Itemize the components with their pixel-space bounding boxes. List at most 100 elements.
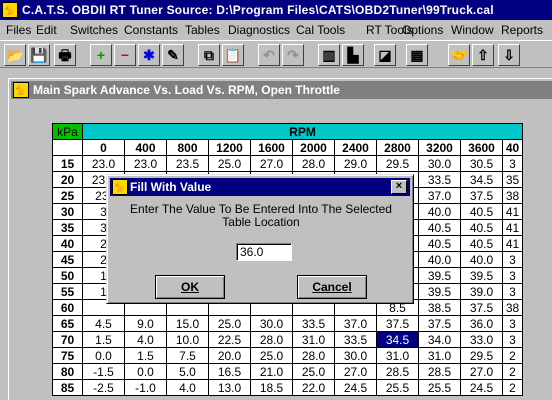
- paste-icon[interactable]: 📋: [222, 44, 244, 66]
- table-cell[interactable]: 34.0: [418, 331, 461, 348]
- close-icon[interactable]: ×: [391, 180, 407, 194]
- save-disk-icon[interactable]: 💾: [28, 44, 50, 66]
- table-cell[interactable]: 24.5: [334, 379, 377, 396]
- table-cell[interactable]: -1.0: [124, 379, 167, 396]
- rpm-column-header[interactable]: 400: [124, 139, 167, 156]
- kpa-row-header[interactable]: 65: [52, 315, 83, 332]
- table-cell[interactable]: 30.0: [334, 347, 377, 364]
- menu-diagnostics[interactable]: Diagnostics: [228, 23, 290, 37]
- table-cell[interactable]: 25.0: [250, 347, 293, 364]
- table-cell[interactable]: 10.0: [166, 331, 209, 348]
- print-icon[interactable]: 🖶: [54, 44, 76, 66]
- table-cell[interactable]: 18.5: [250, 379, 293, 396]
- table-cell[interactable]: 4.5: [82, 315, 125, 332]
- table-cell[interactable]: 34.5: [460, 171, 503, 188]
- rpm-column-header[interactable]: 3600: [460, 139, 503, 156]
- kpa-row-header[interactable]: 35: [52, 219, 83, 236]
- table-cell[interactable]: 29.5: [376, 155, 419, 172]
- table-cell[interactable]: 25.0: [208, 315, 251, 332]
- table-cell[interactable]: 4.0: [166, 379, 209, 396]
- kpa-row-header[interactable]: 60: [52, 299, 83, 316]
- table-cell[interactable]: 28.0: [292, 155, 335, 172]
- table-cell[interactable]: 3: [502, 315, 523, 332]
- rpm-column-header[interactable]: 2800: [376, 139, 419, 156]
- table-cell[interactable]: 40.5: [418, 235, 461, 252]
- dialog-title-bar[interactable]: 🐈 Fill With Value ×: [110, 178, 410, 196]
- menu-window[interactable]: Window: [451, 23, 494, 37]
- table-cell[interactable]: 37.5: [460, 299, 503, 316]
- table-cell[interactable]: 4.0: [124, 331, 167, 348]
- table-cell[interactable]: 25.0: [208, 155, 251, 172]
- table-cell[interactable]: 3: [502, 283, 523, 300]
- table-cell[interactable]: 3: [502, 267, 523, 284]
- table-cell[interactable]: 13.0: [208, 379, 251, 396]
- table-cell[interactable]: 27.0: [460, 363, 503, 380]
- table-cell[interactable]: 37.5: [376, 315, 419, 332]
- kpa-row-header[interactable]: 80: [52, 363, 83, 380]
- table-cell[interactable]: 0.0: [124, 363, 167, 380]
- table-cell[interactable]: 39.5: [418, 283, 461, 300]
- table-cell[interactable]: 40.5: [460, 235, 503, 252]
- table-cell[interactable]: 34.5: [376, 331, 419, 348]
- kpa-row-header[interactable]: 40: [52, 235, 83, 252]
- table-cell[interactable]: 24.5: [460, 379, 503, 396]
- compare-icon[interactable]: ▦: [406, 44, 428, 66]
- menu-cal-tools[interactable]: Cal Tools: [296, 23, 345, 37]
- table-cell[interactable]: 40.5: [460, 219, 503, 236]
- table-cell[interactable]: 27.0: [334, 363, 377, 380]
- table-cell[interactable]: 40.0: [418, 203, 461, 220]
- add-icon[interactable]: +: [90, 44, 112, 66]
- table-cell[interactable]: 20.0: [208, 347, 251, 364]
- table-cell[interactable]: -1.5: [82, 363, 125, 380]
- table-cell[interactable]: 37.0: [334, 315, 377, 332]
- multiply-icon[interactable]: ✱: [138, 44, 160, 66]
- cancel-button[interactable]: Cancel: [297, 275, 367, 299]
- table-cell[interactable]: -2.5: [82, 379, 125, 396]
- table-cell[interactable]: 33.0: [460, 331, 503, 348]
- rpm-column-header[interactable]: 2000: [292, 139, 335, 156]
- download-icon[interactable]: ⇩: [498, 44, 520, 66]
- kpa-row-header[interactable]: 30: [52, 203, 83, 220]
- surface-graph-icon[interactable]: ◪: [374, 44, 396, 66]
- table-cell[interactable]: 33.5: [418, 171, 461, 188]
- table-cell[interactable]: 22.5: [208, 331, 251, 348]
- redo-icon[interactable]: ↷: [282, 44, 304, 66]
- table-cell[interactable]: 30.0: [250, 315, 293, 332]
- table-cell[interactable]: 40.5: [460, 203, 503, 220]
- table-cell[interactable]: 23.5: [166, 155, 209, 172]
- table-cell[interactable]: 41: [502, 219, 523, 236]
- cats-app-icon[interactable]: 🐈: [2, 2, 18, 18]
- table-cell[interactable]: 1.5: [124, 347, 167, 364]
- rpm-column-header[interactable]: 1200: [208, 139, 251, 156]
- table-cell[interactable]: 40.0: [418, 251, 461, 268]
- table-cell[interactable]: 37.5: [418, 315, 461, 332]
- table-cell[interactable]: 16.5: [208, 363, 251, 380]
- rpm-column-header[interactable]: 40: [502, 139, 523, 156]
- menu-tables[interactable]: Tables: [185, 23, 220, 37]
- table-cell[interactable]: 28.0: [250, 331, 293, 348]
- table-cell[interactable]: 2: [502, 379, 523, 396]
- menu-options[interactable]: Options: [402, 23, 443, 37]
- table-cell[interactable]: 9.0: [124, 315, 167, 332]
- table-cell[interactable]: 1.5: [82, 331, 125, 348]
- table-cell[interactable]: 28.5: [418, 363, 461, 380]
- table-cell[interactable]: 40.5: [418, 219, 461, 236]
- menu-constants[interactable]: Constants: [124, 23, 178, 37]
- kpa-row-header[interactable]: 70: [52, 331, 83, 348]
- rpm-column-header[interactable]: 2400: [334, 139, 377, 156]
- table-cell[interactable]: 30.5: [460, 155, 503, 172]
- menu-edit[interactable]: Edit: [36, 23, 57, 37]
- table-cell[interactable]: 39.5: [418, 267, 461, 284]
- table-cell[interactable]: 23.0: [82, 155, 125, 172]
- table-cell[interactable]: 29.5: [460, 347, 503, 364]
- menu-switches[interactable]: Switches: [70, 23, 118, 37]
- table-cell[interactable]: 25.5: [376, 379, 419, 396]
- table-cell[interactable]: 15.0: [166, 315, 209, 332]
- table-cell[interactable]: 38.5: [418, 299, 461, 316]
- subtract-icon[interactable]: −: [114, 44, 136, 66]
- kpa-row-header[interactable]: 50: [52, 267, 83, 284]
- rpm-column-header[interactable]: 800: [166, 139, 209, 156]
- table-cell[interactable]: 30.0: [418, 155, 461, 172]
- rpm-column-header[interactable]: 3200: [418, 139, 461, 156]
- handshake-icon[interactable]: 🤝: [448, 44, 470, 66]
